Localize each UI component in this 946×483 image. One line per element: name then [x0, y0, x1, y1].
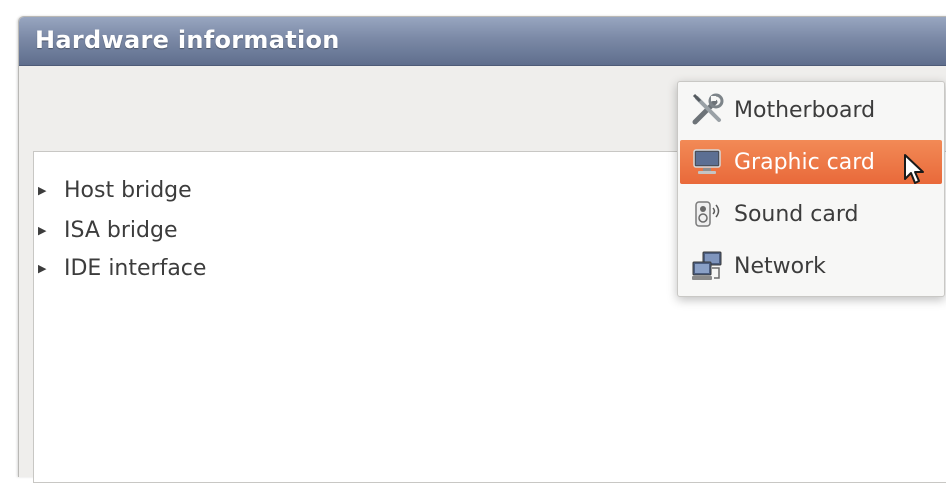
tree-item-label: Host bridge — [64, 177, 192, 203]
menu-item-label: Graphic card — [734, 149, 875, 175]
expander-arrow-icon[interactable]: ▶ — [38, 262, 52, 275]
menu-item-label: Network — [734, 253, 826, 279]
menu-item-label: Sound card — [734, 201, 859, 227]
expander-arrow-icon[interactable]: ▶ — [38, 184, 52, 197]
mouse-pointer-icon — [904, 154, 924, 184]
tree-item-host-bridge[interactable]: ▶ Host bridge — [38, 174, 192, 206]
monitor-icon — [688, 143, 726, 181]
tools-icon — [688, 91, 726, 129]
hardware-category-menu: Motherboard Graphic card Sound card Netw… — [677, 81, 945, 297]
tree-item-ide-interface[interactable]: ▶ IDE interface — [38, 252, 206, 284]
menu-item-sound-card[interactable]: Sound card — [680, 192, 942, 236]
title-bar: Hardware information — [19, 17, 946, 66]
expander-arrow-icon[interactable]: ▶ — [38, 224, 52, 237]
network-icon — [688, 247, 726, 285]
tree-item-isa-bridge[interactable]: ▶ ISA bridge — [38, 214, 178, 246]
window-title: Hardware information — [35, 26, 340, 54]
tree-item-label: ISA bridge — [64, 217, 178, 243]
tree-item-label: IDE interface — [64, 255, 207, 281]
menu-item-label: Motherboard — [734, 97, 876, 123]
menu-item-network[interactable]: Network — [680, 244, 942, 288]
menu-item-motherboard[interactable]: Motherboard — [680, 88, 942, 132]
speaker-icon — [688, 195, 726, 233]
